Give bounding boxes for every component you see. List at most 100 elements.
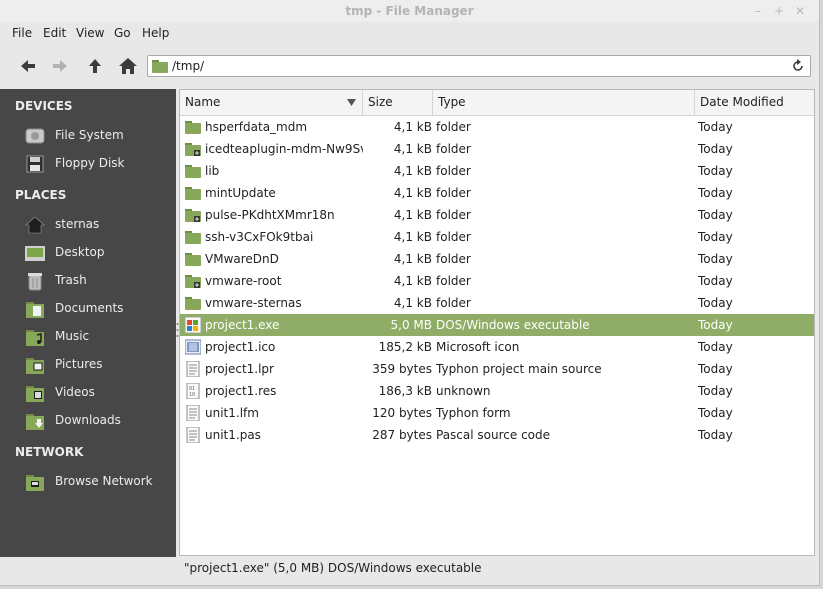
up-button[interactable] [84, 56, 106, 76]
menu-go[interactable]: Go [114, 26, 131, 40]
file-size: 359 bytes [372, 362, 432, 376]
column-header-type[interactable]: Type [433, 90, 695, 115]
back-arrow-icon [21, 60, 35, 72]
file-row[interactable]: unit1.pas 287 bytes Pascal source code Toda… [180, 424, 814, 446]
forward-button[interactable] [49, 56, 71, 76]
sidebar-item-label: Desktop [55, 245, 105, 259]
file-name: ssh-v3CxFOk9tbai [205, 230, 314, 244]
sidebar-item-videos[interactable]: Videos [25, 382, 175, 404]
file-type: folder [436, 120, 471, 134]
network-icon [26, 475, 44, 491]
sidebar-item-floppy-disk[interactable]: Floppy Disk [25, 153, 175, 175]
sidebar-heading-places: PLACES [15, 188, 67, 202]
file-date-modified: Today [698, 362, 733, 376]
column-header-date-modified[interactable]: Date Modified [695, 90, 814, 115]
file-row[interactable]: lib 4,1 kB folder Today [180, 160, 814, 182]
file-size: 4,1 kB [393, 120, 432, 134]
file-row[interactable]: icedteaplugin-mdm-Nw9Sv8 4,1 kB folder Toda… [180, 138, 814, 160]
sidebar-item-music[interactable]: Music [25, 326, 175, 348]
text-file-icon [186, 405, 200, 421]
locked-folder-icon [185, 209, 201, 222]
reload-icon[interactable] [791, 59, 805, 73]
sidebar-item-browse-network[interactable]: Browse Network [25, 471, 175, 493]
location-bar[interactable]: /tmp/ [147, 55, 811, 77]
folder-icon [185, 165, 201, 178]
documents-folder-icon [26, 302, 44, 318]
menu-file[interactable]: File [12, 26, 32, 40]
sidebar-item-downloads[interactable]: Downloads [25, 410, 175, 432]
locked-folder-icon [185, 275, 201, 288]
menu-edit[interactable]: Edit [43, 26, 66, 40]
folder-icon [185, 297, 201, 310]
file-row[interactable]: hsperfdata_mdm 4,1 kB folder Today [180, 116, 814, 138]
file-row[interactable]: project1.ico 185,2 kB Microsoft icon Today [180, 336, 814, 358]
file-size: 186,3 kB [378, 384, 432, 398]
file-name: pulse-PKdhtXMmr18n [205, 208, 335, 222]
file-name: project1.res [205, 384, 277, 398]
file-type: DOS/Windows executable [436, 318, 590, 332]
executable-icon [185, 317, 201, 333]
column-label: Date Modified [700, 95, 784, 109]
status-bar-text: "project1.exe" (5,0 MB) DOS/Windows exec… [184, 561, 482, 575]
home-button[interactable] [117, 56, 139, 76]
downloads-folder-icon [26, 414, 44, 430]
sidebar-item-file-system[interactable]: File System [25, 125, 175, 147]
sidebar-item-sternas[interactable]: sternas [25, 214, 175, 236]
title-bar[interactable]: tmp - File Manager – + ✕ [0, 0, 819, 22]
file-row[interactable]: vmware-sternas 4,1 kB folder Today [180, 292, 814, 314]
menu-help[interactable]: Help [142, 26, 169, 40]
file-row[interactable]: project1.lpr 359 bytes Typhon project main… [180, 358, 814, 380]
file-list: Name Size Type Date Modified hsperfdata_… [179, 89, 815, 556]
file-row[interactable]: 01 10 project1.res 186,3 kB unknown Today [180, 380, 814, 402]
minimize-icon[interactable]: – [750, 3, 766, 19]
file-row[interactable]: unit1.lfm 120 bytes Typhon form Today [180, 402, 814, 424]
file-row[interactable]: VMwareDnD 4,1 kB folder Today [180, 248, 814, 270]
trash-icon [28, 273, 42, 291]
file-date-modified: Today [698, 384, 733, 398]
sidebar-item-documents[interactable]: Documents [25, 298, 175, 320]
folder-icon [152, 60, 168, 73]
file-type: Typhon form [436, 406, 511, 420]
file-type: Pascal source code [436, 428, 551, 442]
file-row[interactable]: ssh-v3CxFOk9tbai 4,1 kB folder Today [180, 226, 814, 248]
file-size: 5,0 MB [390, 318, 432, 332]
file-row[interactable]: vmware-root 4,1 kB folder Today [180, 270, 814, 292]
sidebar-item-trash[interactable]: Trash [25, 270, 175, 292]
column-label: Type [438, 95, 466, 109]
close-icon[interactable]: ✕ [792, 3, 808, 19]
file-row[interactable]: mintUpdate 4,1 kB folder Today [180, 182, 814, 204]
file-name: hsperfdata_mdm [205, 120, 308, 134]
back-button[interactable] [17, 56, 39, 76]
svg-text:10: 10 [189, 392, 195, 398]
file-name: unit1.lfm [205, 406, 259, 420]
file-type: unknown [436, 384, 491, 398]
sidebar-item-label: Music [55, 329, 90, 343]
maximize-icon[interactable]: + [771, 3, 787, 19]
sidebar-item-label: sternas [55, 217, 100, 231]
column-header-name[interactable]: Name [180, 90, 363, 115]
forward-arrow-icon [53, 60, 67, 72]
sidebar-item-pictures[interactable]: Pictures [25, 354, 175, 376]
file-row[interactable]: pulse-PKdhtXMmr18n 4,1 kB folder Today [180, 204, 814, 226]
window-title: tmp - File Manager [345, 4, 474, 18]
file-name: VMwareDnD [205, 252, 279, 266]
file-type: folder [436, 164, 471, 178]
sidebar-item-desktop[interactable]: Desktop [25, 242, 175, 264]
desktop-icon [25, 246, 45, 261]
file-type: folder [436, 274, 471, 288]
file-date-modified: Today [698, 406, 733, 420]
file-size: 4,1 kB [393, 142, 432, 156]
binary-file-icon: 0110 [186, 383, 200, 399]
file-type: folder [436, 252, 471, 266]
file-date-modified: Today [698, 318, 733, 332]
location-path: /tmp/ [172, 59, 205, 73]
sort-descending-icon [347, 99, 356, 106]
file-date-modified: Today [698, 164, 733, 178]
file-row[interactable]: project1.exe 5,0 MB DOS/Windows executable… [180, 314, 814, 336]
file-date-modified: Today [698, 252, 733, 266]
image-file-icon [185, 339, 201, 355]
menu-view[interactable]: View [76, 26, 104, 40]
file-name: project1.ico [205, 340, 276, 354]
folder-icon [185, 231, 201, 244]
column-header-size[interactable]: Size [363, 90, 433, 115]
